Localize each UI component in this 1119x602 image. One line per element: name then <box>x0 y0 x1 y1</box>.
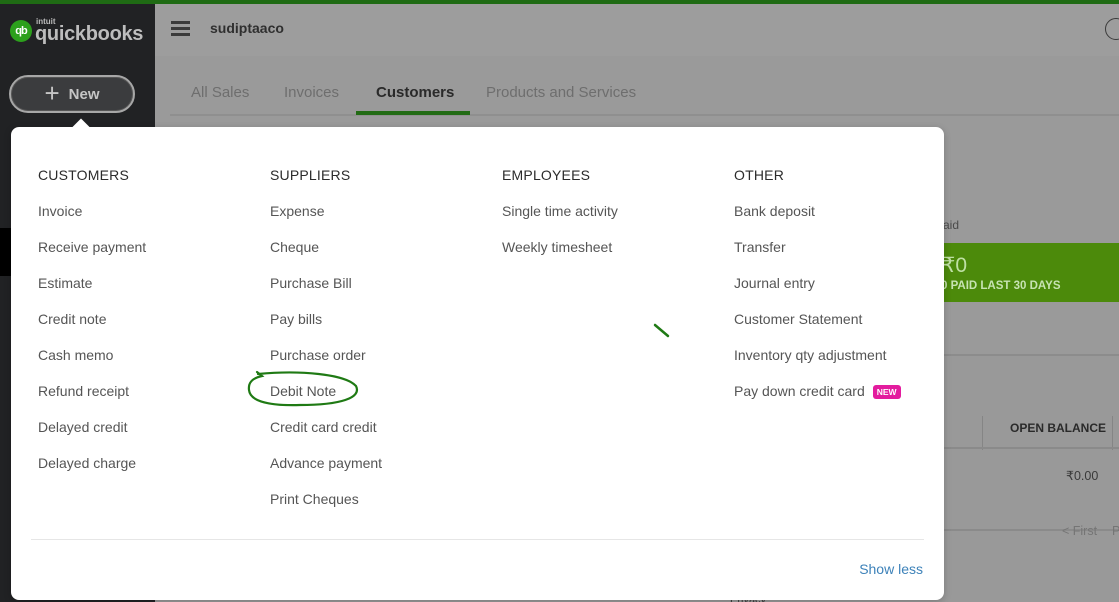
new-button[interactable]: + New <box>9 75 135 113</box>
new-menu-dropdown: CUSTOMERS Invoice Receive payment Estima… <box>11 118 944 600</box>
header-divider <box>935 447 1119 449</box>
menu-item-transfer[interactable]: Transfer <box>734 239 901 275</box>
paid-caption: 0 PAID LAST 30 DAYS <box>941 280 1061 292</box>
tab-invoices[interactable]: Invoices <box>284 84 339 101</box>
menu-column-suppliers: SUPPLIERS Expense Cheque Purchase Bill P… <box>270 167 382 527</box>
menu-item-delayed-credit[interactable]: Delayed credit <box>38 419 146 455</box>
pager-prev-link[interactable]: P <box>1112 524 1119 538</box>
menu-heading-customers: CUSTOMERS <box>38 167 129 183</box>
menu-item-purchase-order[interactable]: Purchase order <box>270 347 382 383</box>
help-icon[interactable] <box>1105 18 1119 40</box>
menu-item-advance-payment[interactable]: Advance payment <box>270 455 382 491</box>
hamburger-icon[interactable] <box>171 21 190 36</box>
tab-all-sales[interactable]: All Sales <box>191 84 249 101</box>
cell-open-balance: ₹0.00 <box>1066 469 1099 483</box>
new-badge: NEW <box>872 385 901 399</box>
menu-item-receive-payment[interactable]: Receive payment <box>38 239 146 275</box>
menu-item-pay-down-credit-card[interactable]: Pay down credit card NEW <box>734 383 901 419</box>
pager-first-link[interactable]: < First <box>1062 524 1097 538</box>
menu-item-refund-receipt[interactable]: Refund receipt <box>38 383 146 419</box>
menu-item-print-cheques[interactable]: Print Cheques <box>270 491 382 527</box>
plus-icon: + <box>44 78 60 108</box>
menu-column-other: OTHER Bank deposit Transfer Journal entr… <box>734 167 901 419</box>
sales-tabs: All Sales Invoices Customers Products an… <box>170 56 1119 116</box>
active-tab-indicator <box>356 111 470 115</box>
menu-heading-other: OTHER <box>734 167 784 183</box>
menu-divider <box>31 539 924 540</box>
top-accent-bar <box>0 0 1119 4</box>
menu-item-invoice[interactable]: Invoice <box>38 203 146 239</box>
menu-heading-employees: EMPLOYEES <box>502 167 591 183</box>
menu-item-label: Pay down credit card <box>734 383 865 399</box>
column-divider <box>982 416 983 450</box>
menu-item-expense[interactable]: Expense <box>270 203 382 239</box>
menu-item-customer-statement[interactable]: Customer Statement <box>734 311 901 347</box>
menu-item-estimate[interactable]: Estimate <box>38 275 146 311</box>
tab-customers[interactable]: Customers <box>376 84 454 101</box>
menu-item-journal-entry[interactable]: Journal entry <box>734 275 901 311</box>
menu-item-debit-note[interactable]: Debit Note <box>270 383 382 419</box>
quickbooks-wordmark: quickbooks <box>35 23 144 45</box>
menu-item-credit-card-credit[interactable]: Credit card credit <box>270 419 382 455</box>
qb-logo-icon: qb <box>10 20 32 42</box>
tab-products-services[interactable]: Products and Services <box>486 84 636 101</box>
menu-item-pay-bills[interactable]: Pay bills <box>270 311 382 347</box>
column-header-open-balance[interactable]: OPEN BALANCE <box>1010 421 1106 435</box>
quickbooks-logo[interactable]: qb intuit quickbooks <box>10 18 143 44</box>
top-header: sudiptaaco <box>155 4 1119 56</box>
company-name: sudiptaaco <box>210 20 284 36</box>
menu-heading-suppliers: SUPPLIERS <box>270 167 351 183</box>
menu-item-cash-memo[interactable]: Cash memo <box>38 347 146 383</box>
menu-column-customers: CUSTOMERS Invoice Receive payment Estima… <box>38 167 146 491</box>
paid-amount: ₹0 <box>942 254 968 277</box>
menu-item-bank-deposit[interactable]: Bank deposit <box>734 203 901 239</box>
menu-item-credit-note[interactable]: Credit note <box>38 311 146 347</box>
menu-column-employees: EMPLOYEES Single time activity Weekly ti… <box>502 167 618 275</box>
column-divider <box>1112 416 1113 450</box>
menu-item-inventory-qty-adjustment[interactable]: Inventory qty adjustment <box>734 347 901 383</box>
menu-item-single-time-activity[interactable]: Single time activity <box>502 203 618 239</box>
show-less-link[interactable]: Show less <box>859 561 923 577</box>
menu-item-weekly-timesheet[interactable]: Weekly timesheet <box>502 239 618 275</box>
menu-item-purchase-bill[interactable]: Purchase Bill <box>270 275 382 311</box>
new-button-label: New <box>68 85 100 103</box>
menu-item-delayed-charge[interactable]: Delayed charge <box>38 455 146 491</box>
menu-item-cheque[interactable]: Cheque <box>270 239 382 275</box>
